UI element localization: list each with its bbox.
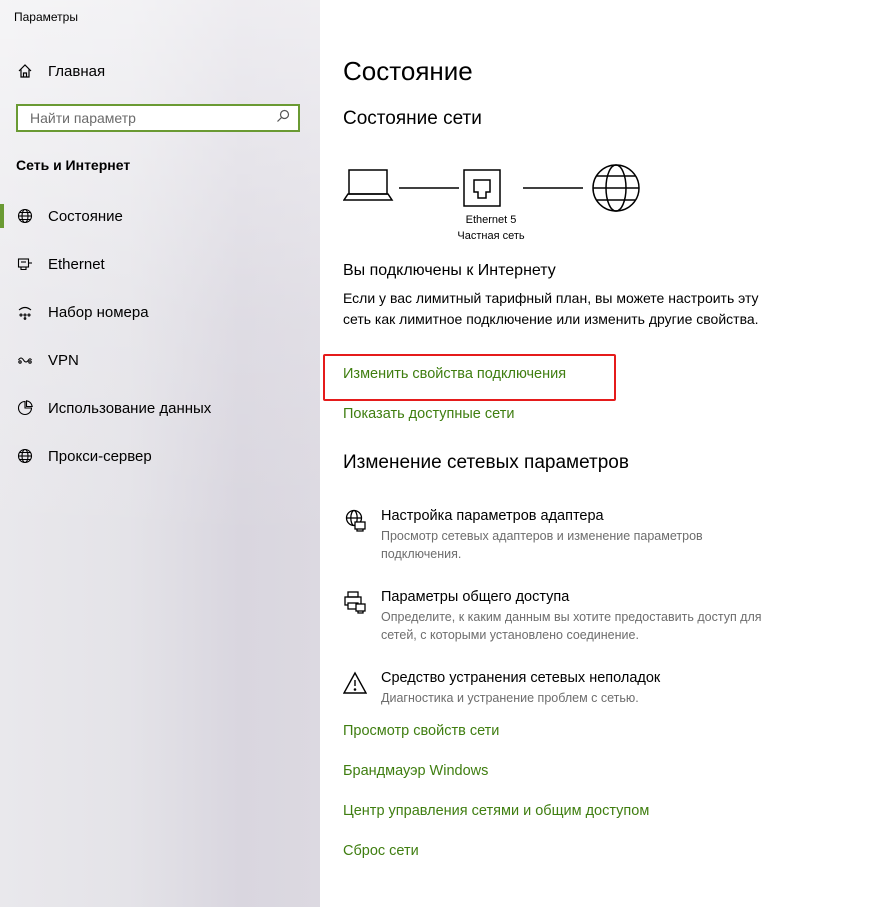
home-label: Главная [48,62,106,80]
adapter-icon [343,509,367,533]
internet-globe-icon [592,164,640,212]
setting-description: Диагностика и устранение проблем с сетью… [381,691,639,705]
sidebar-item-label: Набор номера [48,303,149,321]
network-profile: Частная сеть [457,230,525,242]
setting-description: Определите, к каким данным вы хотите пре… [381,610,762,642]
sidebar-item-vpn[interactable]: VPN [0,336,320,384]
change-connection-properties-link[interactable]: Изменить свойства подключения [343,366,566,382]
section-title: Сеть и Интернет [16,157,131,173]
setting-title: Настройка параметров адаптера [381,508,604,524]
home-nav-item[interactable]: Главная [16,62,105,80]
network-status-heading: Состояние сети [343,108,482,129]
sidebar-item-proxy[interactable]: Прокси-сервер [0,432,320,480]
ethernet-icon [16,255,34,273]
sidebar-item-label: Использование данных [48,399,212,417]
warning-icon [342,671,368,695]
sidebar-item-status[interactable]: Состояние [0,192,320,240]
network-diagram: Ethernet 5 Частная сеть [343,160,653,250]
adapter-name: Ethernet 5 [465,214,517,226]
sidebar-item-data-usage[interactable]: Использование данных [0,384,320,432]
adapter-settings-item[interactable]: Настройка параметров адаптера Просмотр с… [343,508,783,563]
data-usage-icon [16,399,34,417]
network-diagram-graphic [343,164,640,212]
sidebar-item-label: Прокси-сервер [48,447,152,465]
window-title: Параметры [14,10,78,24]
laptop-icon [343,169,394,201]
setting-title: Средство устранения сетевых неполадок [381,670,661,686]
sidebar-nav: Состояние Ethernet Набор номера VPN Испо… [0,192,320,480]
sharing-icon [343,590,367,614]
troubleshooter-item[interactable]: Средство устранения сетевых неполадок Ди… [342,670,783,707]
globe-icon [16,207,34,225]
globe-icon [16,447,34,465]
home-icon [16,62,34,80]
search-input[interactable] [28,109,276,127]
view-network-properties-link[interactable]: Просмотр свойств сети [343,723,499,739]
vpn-icon [16,351,34,369]
sidebar-item-ethernet[interactable]: Ethernet [0,240,320,288]
sidebar-item-dialup[interactable]: Набор номера [0,288,320,336]
show-available-networks-link[interactable]: Показать доступные сети [343,406,514,422]
sidebar: Параметры Главная Сеть и Интернет Состоя… [0,0,320,907]
page-title: Состояние [343,56,473,86]
search-box[interactable] [16,104,300,132]
connection-caption: Ethernet 5 Частная сеть [441,212,541,244]
search-icon[interactable] [276,109,290,128]
connected-description: Если у вас лимитный тарифный план, вы мо… [343,290,759,327]
windows-firewall-link[interactable]: Брандмауэр Windows [343,763,488,779]
network-sharing-center-link[interactable]: Центр управления сетями и общим доступом [343,803,649,819]
sidebar-item-label: Ethernet [48,255,105,273]
network-reset-link[interactable]: Сброс сети [343,843,419,859]
sharing-settings-item[interactable]: Параметры общего доступа Определите, к к… [343,589,783,644]
connected-title: Вы подключены к Интернету [343,262,556,279]
sidebar-item-label: VPN [48,351,79,369]
setting-title: Параметры общего доступа [381,589,570,605]
setting-description: Просмотр сетевых адаптеров и изменение п… [381,529,703,561]
dialup-icon [16,303,34,321]
change-settings-heading: Изменение сетевых параметров [343,452,629,473]
sidebar-item-label: Состояние [48,207,123,225]
ethernet-port-icon [463,169,501,207]
